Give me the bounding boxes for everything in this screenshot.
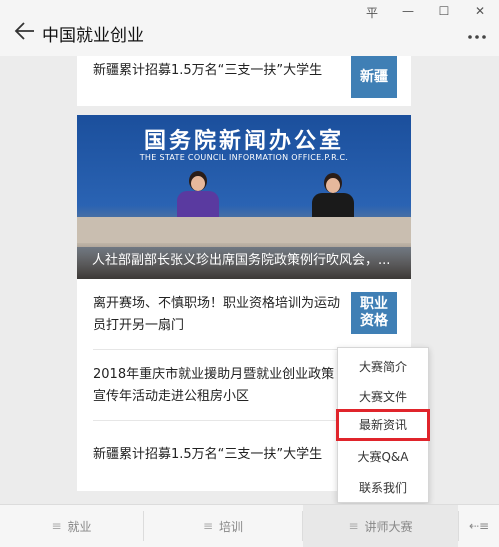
maximize-icon[interactable]: ☐ (435, 4, 453, 21)
keyboard-toggle-icon[interactable]: ⇠≡ (459, 505, 499, 547)
tab-label: 讲师大赛 (364, 519, 413, 534)
menu-icon: ≡ (348, 519, 359, 533)
title-bar: 中国就业创业 平 — ☐ ✕ (0, 0, 499, 56)
page-title: 中国就业创业 (42, 26, 144, 46)
menu-item-latest-news[interactable]: 最新资讯 (336, 409, 430, 441)
tab-training[interactable]: ≡ 培训 (144, 505, 302, 547)
window-controls: 平 — ☐ ✕ (363, 4, 489, 21)
tab-label: 就业 (67, 519, 92, 534)
more-options-icon[interactable] (467, 24, 487, 45)
photo-caption: 人社部副部长张义珍出席国务院政策例行吹风会，... (77, 243, 411, 279)
news-item-title: 新疆累计招募1.5万名“三支一扶”大学生 (93, 447, 323, 462)
menu-item-contact[interactable]: 联系我们 (338, 477, 428, 499)
photo-sign-en: THE STATE COUNCIL INFORMATION OFFICE.P.R… (139, 153, 349, 162)
menu-icon: ≡ (202, 519, 214, 533)
tab-label: 培训 (219, 519, 244, 534)
news-thumbnail: 新疆 (351, 56, 397, 98)
menu-item-qa[interactable]: 大赛Q&A (338, 446, 428, 468)
menu-item-intro[interactable]: 大赛简介 (338, 356, 428, 378)
menu-item-documents[interactable]: 大赛文件 (338, 386, 428, 408)
news-item-top[interactable]: 新疆累计招募1.5万名“三支一扶”大学生 新疆 (77, 56, 411, 106)
news-item[interactable]: 离开赛场、不慎职场！职业资格培训为运动员打开另一扇门 职业资格 (77, 279, 411, 349)
close-icon[interactable]: ✕ (471, 4, 489, 21)
news-thumbnail: 职业资格 (351, 292, 397, 334)
minimize-icon[interactable]: — (399, 4, 417, 21)
news-item-title: 2018年重庆市就业援助月暨就业创业政策宣传年活动走进公租房小区 (93, 367, 335, 404)
photo-sign-cn: 国务院新闻办公室 (143, 128, 344, 154)
menu-icon: ≡ (51, 519, 62, 533)
bottom-nav: ≡ 就业 ≡ 培训 ≡ 讲师大赛 ⇠≡ (0, 504, 499, 547)
popup-menu: 大赛简介 大赛文件 最新资讯 大赛Q&A 联系我们 (336, 347, 430, 503)
back-arrow-icon[interactable] (14, 20, 36, 42)
featured-photo[interactable]: 国务院新闻办公室 THE STATE COUNCIL INFORMATION O… (77, 115, 411, 279)
tab-employment[interactable]: ≡ 就业 (0, 505, 143, 547)
pin-icon[interactable]: 平 (363, 4, 381, 21)
news-item-title: 离开赛场、不慎职场！职业资格培训为运动员打开另一扇门 (93, 296, 341, 333)
tab-lecturer-contest[interactable]: ≡ 讲师大赛 (303, 505, 458, 547)
news-item-title: 新疆累计招募1.5万名“三支一扶”大学生 (93, 63, 323, 78)
